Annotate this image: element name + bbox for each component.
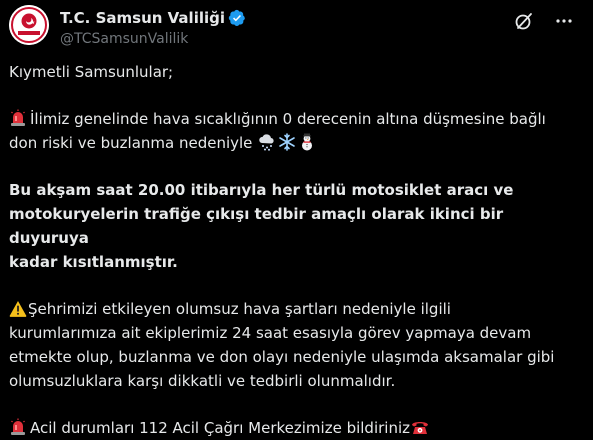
paragraph-teams-line-4: olumsuzluklara karşı dikkatli ve tedbirl… xyxy=(9,372,396,390)
account-handle[interactable]: @TCSamsunValilik xyxy=(60,29,246,49)
cloud-snow-icon xyxy=(259,134,274,151)
paragraph-restriction: Bu akşam saat 20.00 itibarıyla her türlü… xyxy=(9,178,579,274)
snowman-icon xyxy=(302,133,313,151)
grok-icon xyxy=(515,13,532,30)
avatar[interactable] xyxy=(9,5,49,45)
tweet: T.C. Samsun Valiliği @TCSamsunValilik Kı… xyxy=(0,0,593,438)
paragraph-teams-line-3: etmekte olup, buzlanma ve don olayı nede… xyxy=(9,348,555,366)
greeting-text: Kıymetli Samsunlular; xyxy=(9,63,174,81)
account-names: T.C. Samsun Valiliği @TCSamsunValilik xyxy=(60,8,246,49)
display-name[interactable]: T.C. Samsun Valiliği xyxy=(60,8,225,28)
tweet-header: T.C. Samsun Valiliği @TCSamsunValilik xyxy=(9,0,585,60)
paragraph-emergency: Acil durumları 112 Acil Çağrı Merkezimiz… xyxy=(9,416,579,440)
tweet-text: Kıymetli Samsunlular; İlimiz genelinde h… xyxy=(9,60,585,440)
paragraph-frost-line-2: don riski ve buzlanma nedeniyle xyxy=(9,134,253,152)
paragraph-restriction-line-2: motokuryelerin trafiğe çıkışı tedbir ama… xyxy=(9,205,504,247)
paragraph-emergency-text: Acil durumları 112 Acil Çağrı Merkezimiz… xyxy=(30,419,410,437)
paragraph-restriction-line-3: kadar kısıtlanmıştır. xyxy=(9,253,178,271)
telephone-icon xyxy=(412,422,428,434)
more-options-icon xyxy=(556,19,572,23)
police-light-icon xyxy=(11,418,25,435)
paragraph-teams-line-2: kurumlarımıza ait ekiplerimiz 24 saat es… xyxy=(9,324,532,342)
paragraph-frost-warning: İlimiz genelinde hava sıcaklığının 0 der… xyxy=(9,107,579,155)
paragraph-frost-line-1: İlimiz genelinde hava sıcaklığının 0 der… xyxy=(30,110,546,128)
grok-button[interactable] xyxy=(513,10,535,32)
warning-icon xyxy=(9,301,27,317)
police-light-icon xyxy=(11,109,25,126)
paragraph-teams: Şehrimizi etkileyen olumsuz hava şartlar… xyxy=(9,297,579,393)
more-options-button[interactable] xyxy=(553,10,575,32)
paragraph-teams-line-1: Şehrimizi etkileyen olumsuz hava şartlar… xyxy=(28,300,451,318)
snowflake-icon xyxy=(279,133,295,151)
header-actions xyxy=(513,10,575,32)
samsun-valilik-seal-icon xyxy=(9,5,49,45)
paragraph-restriction-line-1: Bu akşam saat 20.00 itibarıyla her türlü… xyxy=(9,181,514,199)
display-name-row: T.C. Samsun Valiliği xyxy=(60,8,246,28)
verified-badge-icon[interactable] xyxy=(228,9,246,27)
